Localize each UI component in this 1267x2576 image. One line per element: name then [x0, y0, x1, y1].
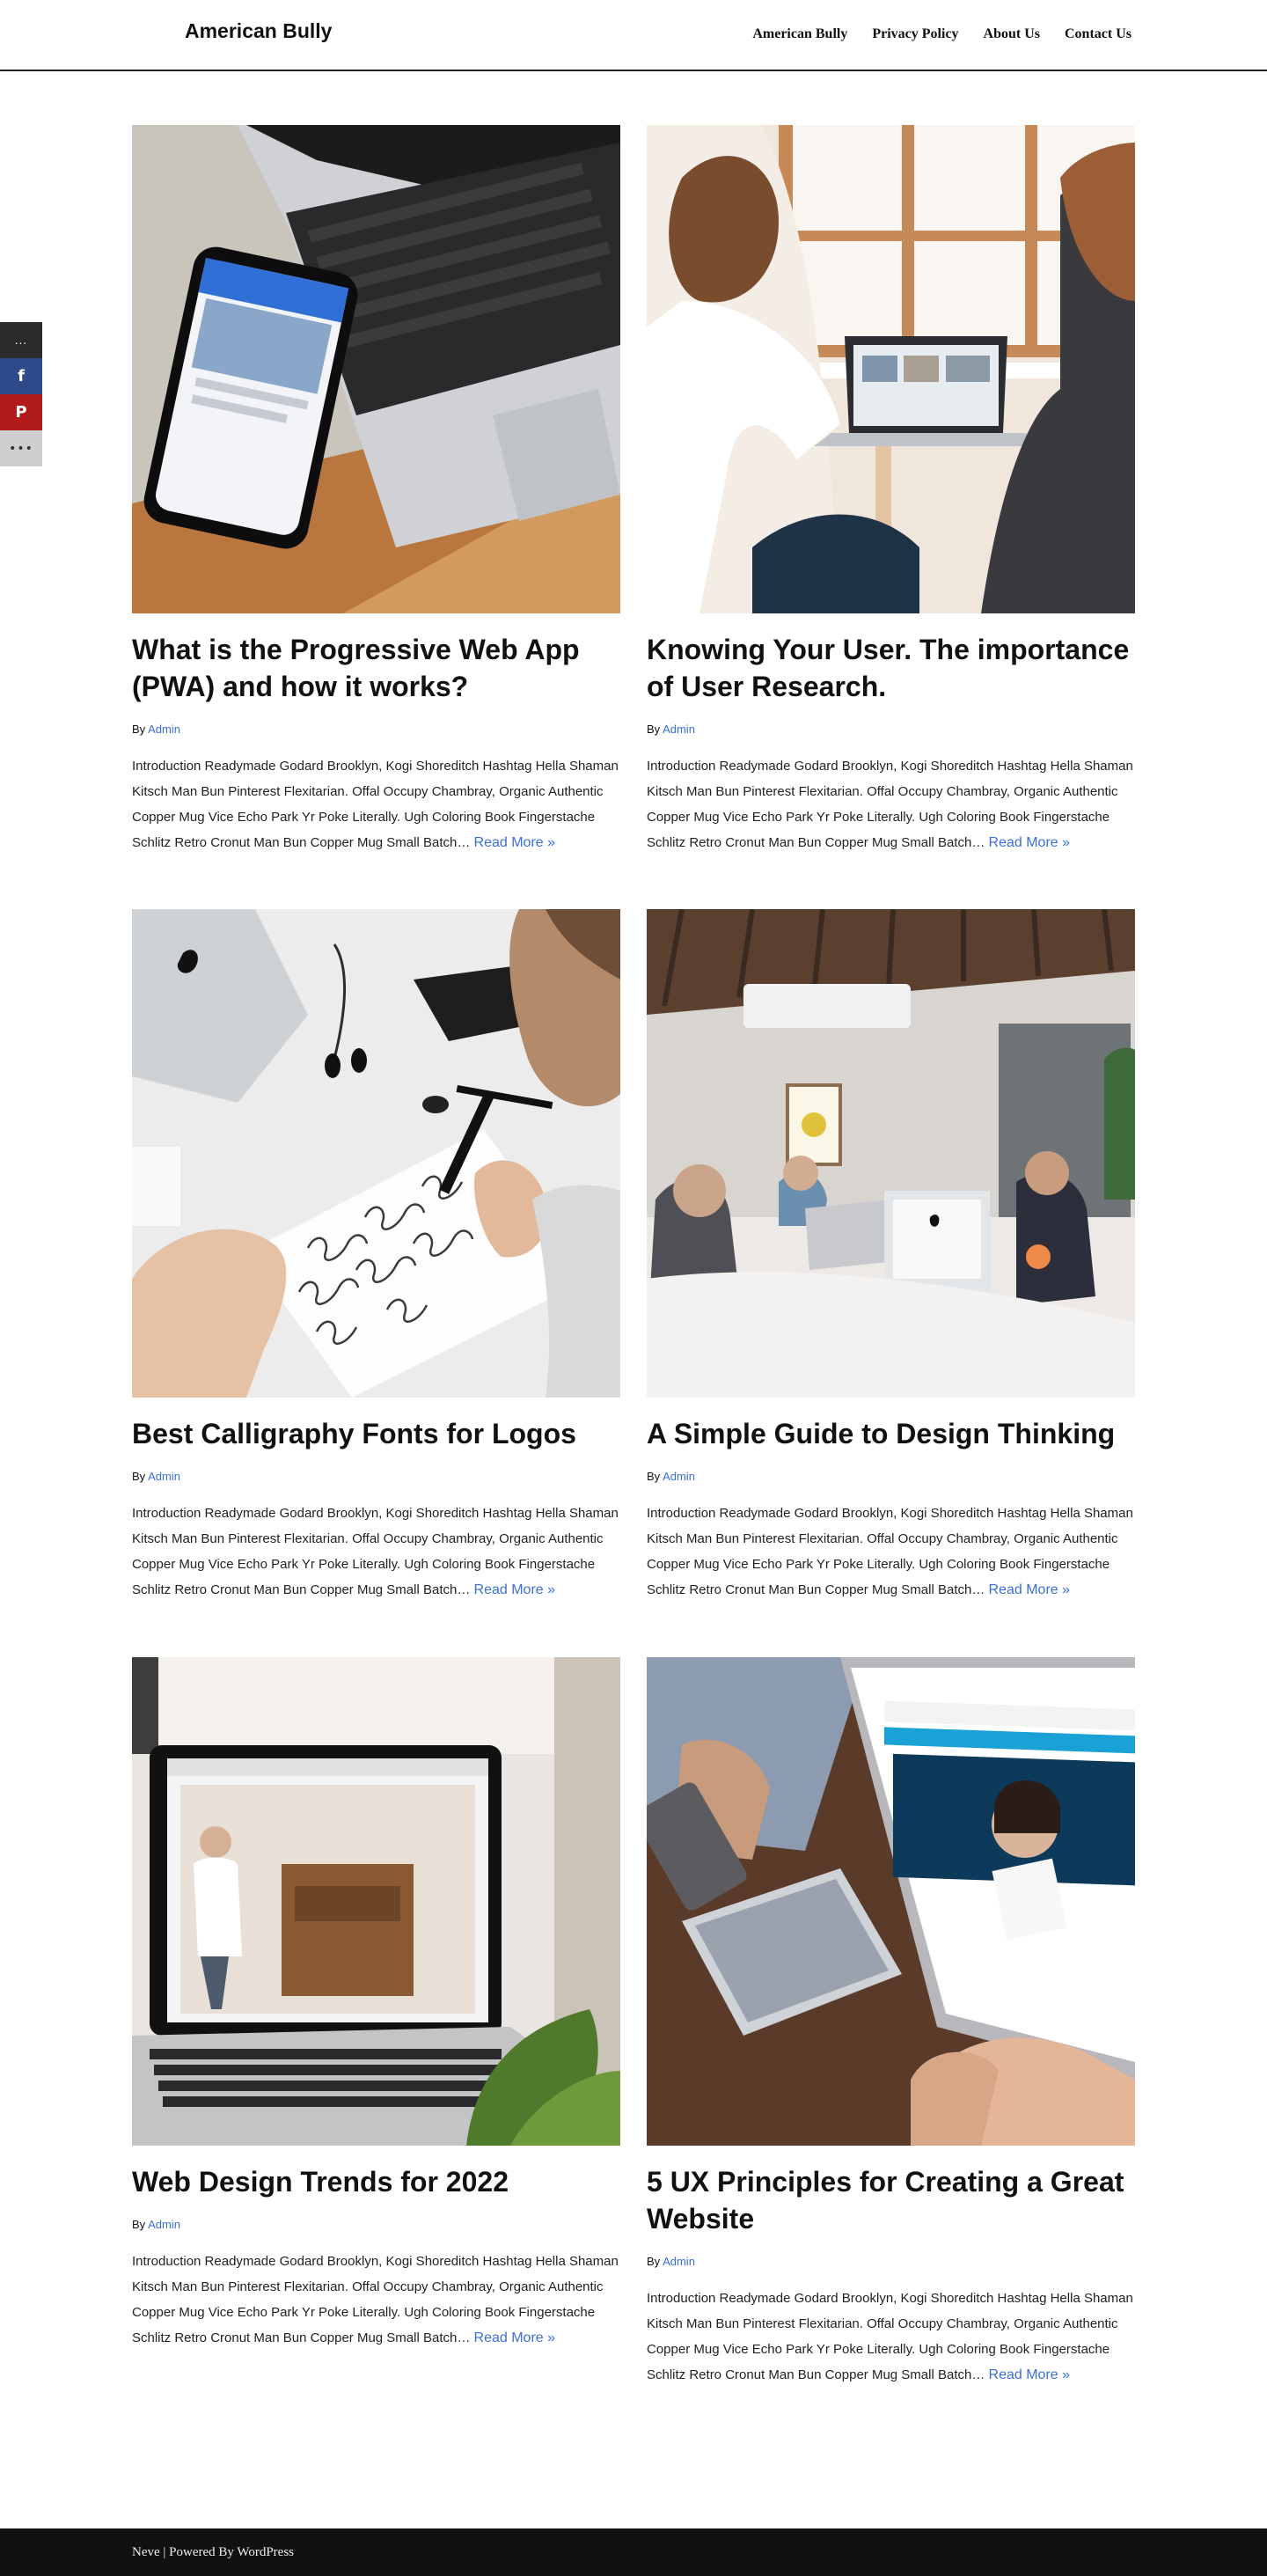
post-by-label: By: [132, 2218, 146, 2231]
pinterest-icon: P: [15, 403, 27, 422]
post-thumbnail-user-research[interactable]: [647, 125, 1135, 613]
nav-item-american-bully[interactable]: American Bully: [752, 26, 847, 42]
post-card: Web Design Trends for 2022 By Admin Intr…: [132, 1657, 620, 2351]
site-header: American Bully American Bully Privacy Po…: [0, 0, 1267, 71]
post-title[interactable]: Knowing Your User. The importance of Use…: [647, 631, 1135, 705]
read-more-link[interactable]: Read More »: [474, 2330, 556, 2345]
post-author-link[interactable]: Admin: [663, 2255, 695, 2268]
more-share-button[interactable]: •••: [0, 430, 42, 466]
post-excerpt: Introduction Readymade Godard Brooklyn, …: [647, 753, 1135, 855]
post-thumbnail-design-thinking[interactable]: [647, 909, 1135, 1398]
post-title[interactable]: Web Design Trends for 2022: [132, 2163, 620, 2200]
nav-item-about-us[interactable]: About Us: [984, 26, 1040, 42]
post-author-link[interactable]: Admin: [663, 723, 695, 736]
more-icon: •••: [9, 441, 33, 456]
post-author-link[interactable]: Admin: [148, 2218, 180, 2231]
women-laptop-image: [647, 125, 1135, 613]
post-by-label: By: [647, 723, 661, 736]
post-excerpt: Introduction Readymade Godard Brooklyn, …: [132, 2249, 620, 2351]
facebook-icon: f: [18, 367, 25, 385]
post-by-label: By: [132, 1470, 146, 1483]
tablet-website-image: [647, 1657, 1135, 2146]
nav-item-privacy-policy[interactable]: Privacy Policy: [872, 26, 958, 42]
post-thumbnail-ux-principles[interactable]: [647, 1657, 1135, 2146]
post-card: A Simple Guide to Design Thinking By Adm…: [647, 909, 1135, 1603]
post-card: What is the Progressive Web App (PWA) an…: [132, 125, 620, 855]
post-thumbnail-phone-laptop[interactable]: [132, 125, 620, 613]
site-footer: Neve | Powered By WordPress: [0, 2528, 1267, 2576]
post-author-link[interactable]: Admin: [148, 1470, 180, 1483]
post-title[interactable]: Best Calligraphy Fonts for Logos: [132, 1415, 620, 1452]
office-team-image: [647, 909, 1135, 1398]
read-more-link[interactable]: Read More »: [474, 1582, 556, 1597]
post-thumbnail-web-design-trends[interactable]: [132, 1657, 620, 2146]
post-excerpt: Introduction Readymade Godard Brooklyn, …: [647, 2286, 1135, 2388]
calligraphy-writing-image: [132, 909, 620, 1398]
post-meta: By Admin: [132, 1470, 620, 1483]
post-meta: By Admin: [132, 723, 620, 736]
facebook-share-button[interactable]: f: [0, 358, 42, 394]
post-by-label: By: [647, 2255, 661, 2268]
read-more-link[interactable]: Read More »: [989, 1582, 1071, 1597]
post-title[interactable]: 5 UX Principles for Creating a Great Web…: [647, 2163, 1135, 2237]
post-meta: By Admin: [647, 1470, 1135, 1483]
share-count: ...: [0, 322, 42, 358]
post-by-label: By: [647, 1470, 661, 1483]
read-more-link[interactable]: Read More »: [989, 835, 1071, 850]
post-by-label: By: [132, 723, 146, 736]
post-excerpt: Introduction Readymade Godard Brooklyn, …: [132, 753, 620, 855]
post-card: 5 UX Principles for Creating a Great Web…: [647, 1657, 1135, 2388]
post-excerpt: Introduction Readymade Godard Brooklyn, …: [132, 1501, 620, 1603]
post-card: Knowing Your User. The importance of Use…: [647, 125, 1135, 855]
post-author-link[interactable]: Admin: [148, 723, 180, 736]
phone-laptop-image: [132, 125, 620, 613]
social-share-bar: ... f P •••: [0, 322, 42, 466]
post-card: Best Calligraphy Fonts for Logos By Admi…: [132, 909, 620, 1603]
footer-credit: Neve | Powered By WordPress: [132, 2545, 294, 2559]
main-nav: American Bully Privacy Policy About Us C…: [752, 26, 1132, 42]
post-excerpt: Introduction Readymade Godard Brooklyn, …: [647, 1501, 1135, 1603]
post-title[interactable]: A Simple Guide to Design Thinking: [647, 1415, 1135, 1452]
post-author-link[interactable]: Admin: [663, 1470, 695, 1483]
read-more-link[interactable]: Read More »: [474, 835, 556, 850]
post-meta: By Admin: [132, 2218, 620, 2231]
nav-item-contact-us[interactable]: Contact Us: [1065, 26, 1132, 42]
read-more-link[interactable]: Read More »: [989, 2367, 1071, 2382]
post-title[interactable]: What is the Progressive Web App (PWA) an…: [132, 631, 620, 705]
site-title-link[interactable]: American Bully: [185, 19, 332, 43]
laptop-website-image: [132, 1657, 620, 2146]
pinterest-share-button[interactable]: P: [0, 394, 42, 430]
post-thumbnail-calligraphy[interactable]: [132, 909, 620, 1398]
post-meta: By Admin: [647, 723, 1135, 736]
post-meta: By Admin: [647, 2255, 1135, 2268]
